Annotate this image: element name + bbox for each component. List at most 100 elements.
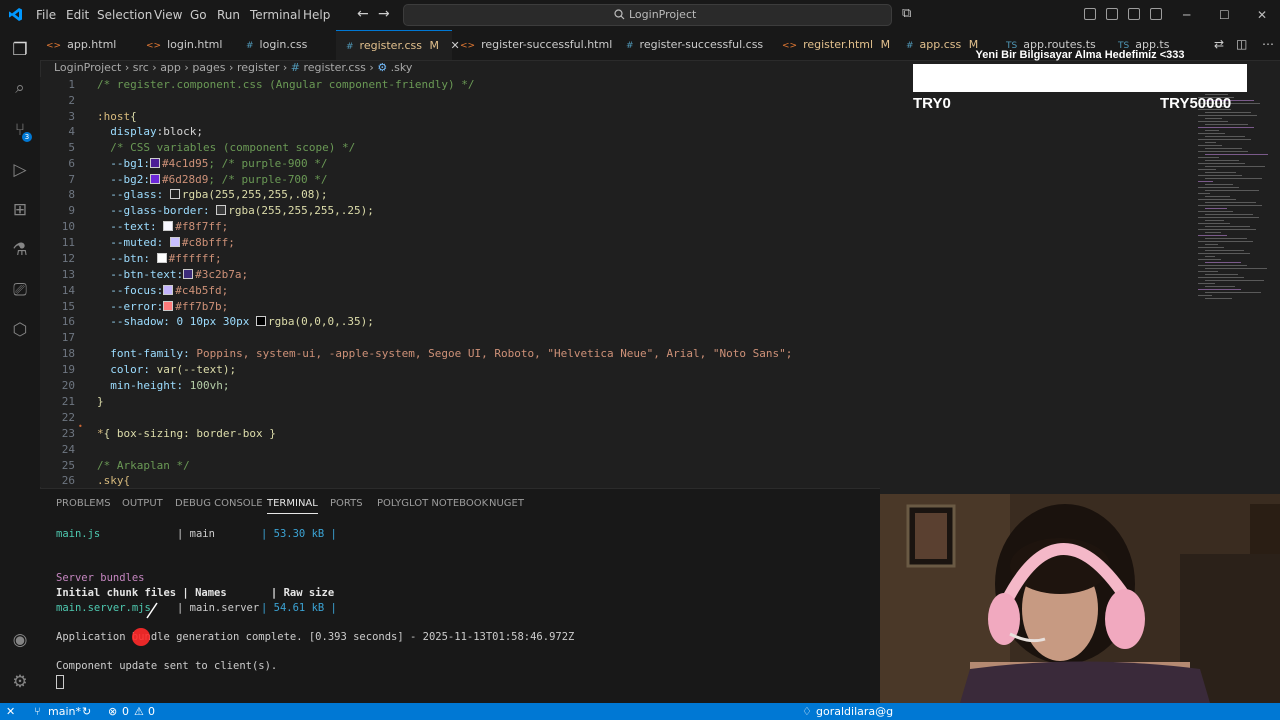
minimap-line: [1198, 187, 1239, 188]
code-editor[interactable]: 1 2 3 4 5 6 7 8 9 10 11 12 13 14 15 16 17 18 19 20 21 22 23 24 2…: [40, 77, 1280, 487]
branch-name[interactable]: main*: [48, 705, 81, 718]
color-swatch[interactable]: [163, 285, 174, 295]
tab-register-successful-html[interactable]: <> register-successful.html: [460, 30, 612, 60]
breadcrumb-item[interactable]: pages: [192, 61, 225, 74]
color-swatch[interactable]: [255, 316, 266, 326]
settings-gear-icon[interactable]: ⚙: [10, 672, 30, 692]
breadcrumb-item[interactable]: register.css: [303, 61, 365, 74]
breadcrumb-item[interactable]: app: [160, 61, 181, 74]
forward-arrow-icon[interactable]: →: [378, 6, 390, 22]
containers-icon[interactable]: ⬡: [10, 320, 30, 340]
tab-login-html[interactable]: <> login.html: [146, 30, 222, 60]
code-token: {: [130, 110, 137, 123]
explorer-icon[interactable]: ❐: [10, 40, 30, 60]
line-number: 10: [61, 220, 75, 233]
toggle-sidebar-icon[interactable]: [1106, 8, 1118, 20]
warning-count[interactable]: 0: [148, 705, 155, 718]
menu-file[interactable]: File: [36, 8, 56, 22]
error-count[interactable]: 0: [122, 705, 129, 718]
account-icon[interactable]: ◉: [10, 630, 30, 650]
menu-run[interactable]: Run: [217, 8, 240, 22]
toggle-panel-icon[interactable]: [1128, 8, 1140, 20]
extensions-icon[interactable]: ⊞: [10, 200, 30, 220]
menu-view[interactable]: View: [154, 8, 182, 22]
color-swatch[interactable]: [149, 174, 160, 184]
breadcrumb-item[interactable]: register: [237, 61, 279, 74]
minimize-icon[interactable]: ─: [1183, 8, 1190, 22]
minimap-line: [1205, 250, 1244, 251]
minimap-line: [1205, 136, 1245, 137]
tab-terminal[interactable]: TERMINAL: [267, 498, 318, 514]
minimap-line: [1198, 271, 1218, 272]
minimap-line: [1198, 121, 1228, 122]
menu-go[interactable]: Go: [190, 8, 207, 22]
tab-register-successful-css[interactable]: # register-successful.css: [626, 30, 763, 60]
terminal-line: | 54.61 kB |: [261, 602, 337, 614]
copilot-icon[interactable]: ⧉: [902, 6, 911, 21]
code-line: --btn-text: #3c2b7a;: [97, 268, 248, 281]
color-swatch[interactable]: [169, 189, 180, 199]
remote-indicator-icon[interactable]: ✕: [6, 705, 15, 718]
more-actions-icon[interactable]: ⋯: [1262, 37, 1274, 51]
close-window-icon[interactable]: ✕: [1257, 8, 1267, 22]
tab-register-html[interactable]: <> register.html M: [782, 30, 890, 60]
webcam-image: [880, 494, 1280, 703]
minimap-line: [1198, 205, 1262, 206]
terminal-line: main.js: [56, 528, 100, 540]
line-number: 3: [68, 110, 75, 123]
color-swatch[interactable]: [149, 158, 160, 168]
line-number: 8: [68, 188, 75, 201]
maximize-icon[interactable]: ☐: [1219, 8, 1230, 22]
tab-polyglot-notebook[interactable]: POLYGLOT NOTEBOOK: [377, 498, 488, 509]
fold-indicator-icon[interactable]: •: [78, 422, 83, 431]
close-tab-icon[interactable]: ✕: [450, 39, 459, 52]
menu-help[interactable]: Help: [303, 8, 330, 22]
terminal-line: Server bundles: [56, 572, 145, 584]
run-debug-icon[interactable]: ▷: [10, 160, 30, 180]
html-file-icon: <>: [782, 41, 798, 51]
symbol-icon: ⚙: [377, 61, 391, 74]
remote-explorer-icon[interactable]: ⎚: [10, 280, 30, 300]
tab-app-html[interactable]: <> app.html: [46, 30, 116, 60]
terminal-cursor: [56, 675, 64, 689]
status-user[interactable]: goraldilara@g: [816, 705, 893, 718]
menu-terminal[interactable]: Terminal: [250, 8, 301, 22]
menu-edit[interactable]: Edit: [66, 8, 89, 22]
minimap-line: [1198, 115, 1257, 116]
tab-debug-console[interactable]: DEBUG CONSOLE: [175, 498, 263, 509]
command-center-search[interactable]: LoginProject: [403, 4, 892, 26]
color-swatch[interactable]: [163, 301, 174, 311]
tab-problems[interactable]: PROBLEMS: [56, 498, 111, 509]
toggle-secondary-sidebar-icon[interactable]: [1150, 8, 1162, 20]
color-swatch[interactable]: [183, 269, 194, 279]
tab-login-css[interactable]: # login.css: [246, 30, 307, 60]
breadcrumb-item[interactable]: src: [133, 61, 149, 74]
code-token: #6d28d9: [161, 173, 209, 186]
minimap[interactable]: [1190, 91, 1275, 301]
tab-label: login.html: [167, 38, 223, 51]
menu-selection[interactable]: Selection: [97, 8, 152, 22]
minimap-line: [1205, 220, 1224, 221]
minimap-line: [1205, 118, 1222, 119]
color-swatch[interactable]: [216, 205, 227, 215]
modified-badge: M: [429, 39, 439, 52]
code-token: display: [97, 125, 157, 138]
tab-register-css[interactable]: # register.css M ✕: [336, 30, 460, 60]
search-icon[interactable]: ⌕: [10, 78, 30, 98]
color-swatch[interactable]: [169, 237, 180, 247]
tab-nuget[interactable]: NUGET: [489, 498, 524, 509]
testing-icon[interactable]: ⚗: [10, 240, 30, 260]
line-number: 14: [61, 284, 75, 297]
color-swatch[interactable]: [156, 253, 167, 263]
sync-icon[interactable]: ↻: [82, 705, 91, 718]
layout-customize-icon[interactable]: [1084, 8, 1096, 20]
webcam-video: [880, 494, 1280, 703]
terminal-line: | main: [177, 528, 215, 540]
code-line: --bg1: #4c1d95; /* purple-900 */: [97, 157, 327, 170]
color-swatch[interactable]: [163, 221, 174, 231]
tab-ports[interactable]: PORTS: [330, 498, 363, 509]
tab-output[interactable]: OUTPUT: [122, 498, 163, 509]
breadcrumb-item[interactable]: .sky: [391, 61, 413, 74]
back-arrow-icon[interactable]: ←: [357, 6, 369, 22]
breadcrumb-item[interactable]: LoginProject: [54, 61, 121, 74]
